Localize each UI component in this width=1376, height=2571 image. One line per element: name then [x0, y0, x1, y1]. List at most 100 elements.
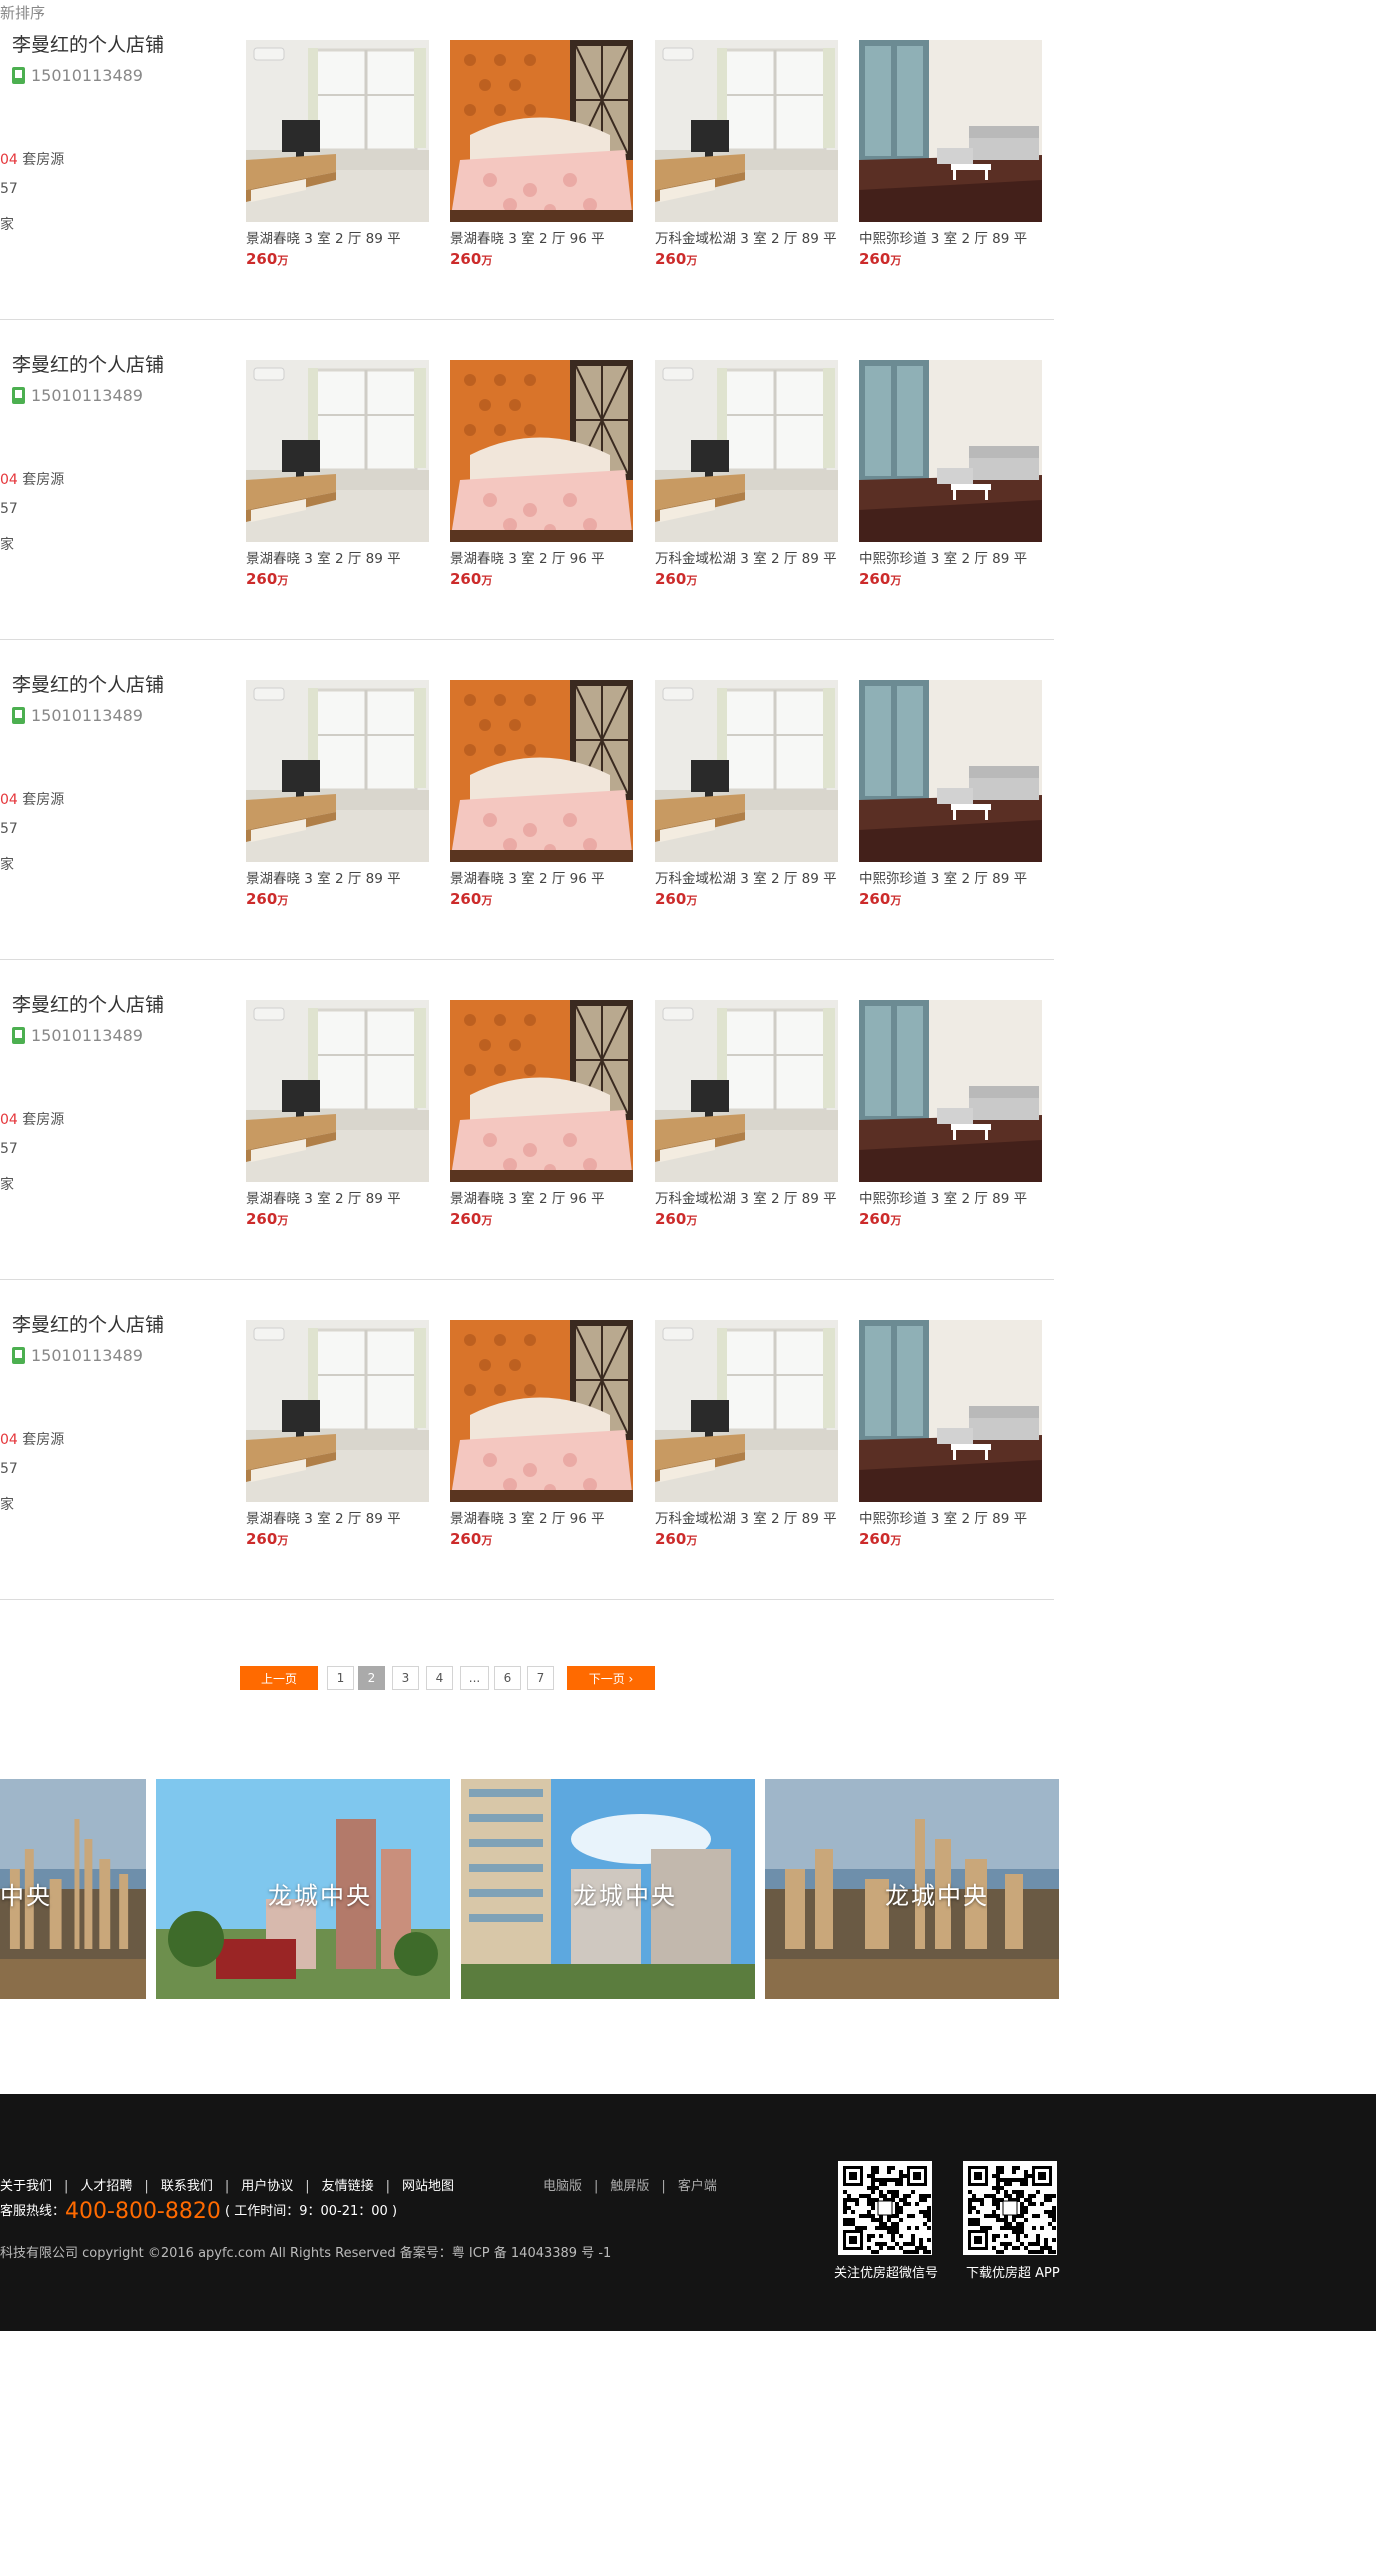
listing-title[interactable]: 景湖春晓 3 室 2 厅 89 平	[246, 547, 429, 567]
listing-price: 260万	[859, 570, 1042, 588]
footer-link[interactable]: 联系我们	[161, 2179, 213, 2194]
living-room-photo	[246, 680, 429, 862]
listing-card[interactable]: 景湖春晓 3 室 2 厅 96 平 260万	[450, 1000, 633, 1228]
agent-phone-number: 15010113489	[31, 66, 143, 85]
project-banner[interactable]: 龙城中央	[461, 1779, 755, 1999]
living-room-photo	[655, 40, 838, 222]
agent-phone: 15010113489	[12, 706, 143, 725]
agent-stat: 57	[0, 501, 18, 517]
listing-price: 260万	[859, 250, 1042, 268]
footer-link[interactable]: 用户协议	[241, 2179, 293, 2194]
listing-card[interactable]: 万科金域松湖 3 室 2 厅 89 平 260万	[655, 40, 838, 268]
listing-title[interactable]: 万科金域松湖 3 室 2 厅 89 平	[655, 547, 838, 567]
listing-card[interactable]: 中熙弥珍道 3 室 2 厅 89 平 260万	[859, 360, 1042, 588]
footer-link[interactable]: 网站地图	[402, 2179, 454, 2194]
hotline-number: 400-800-8820	[65, 2199, 221, 2224]
project-banner[interactable]: 龙城中央	[765, 1779, 1059, 1999]
listing-title[interactable]: 景湖春晓 3 室 2 厅 96 平	[450, 227, 633, 247]
listing-title[interactable]: 万科金域松湖 3 室 2 厅 89 平	[655, 1187, 838, 1207]
listing-card[interactable]: 中熙弥珍道 3 室 2 厅 89 平 260万	[859, 1320, 1042, 1548]
page-number-button[interactable]: 2	[358, 1666, 385, 1690]
listing-title[interactable]: 中熙弥珍道 3 室 2 厅 89 平	[859, 547, 1042, 567]
listing-price: 260万	[655, 570, 838, 588]
prev-page-button[interactable]: 上一页	[240, 1666, 318, 1690]
bedroom-photo	[450, 360, 633, 542]
listing-title[interactable]: 景湖春晓 3 室 2 厅 96 平	[450, 1507, 633, 1527]
house-count-number: 04	[0, 152, 18, 168]
agent-phone: 15010113489	[12, 1346, 143, 1365]
listing-price-value: 260	[450, 1530, 482, 1548]
listing-card[interactable]: 中熙弥珍道 3 室 2 厅 89 平 260万	[859, 40, 1042, 268]
version-link[interactable]: 电脑版	[543, 2179, 582, 2194]
page-number-button[interactable]: ...	[460, 1666, 489, 1690]
listing-card[interactable]: 景湖春晓 3 室 2 厅 89 平 260万	[246, 1320, 429, 1548]
listing-title[interactable]: 景湖春晓 3 室 2 厅 89 平	[246, 867, 429, 887]
version-link[interactable]: 触屏版	[610, 2179, 649, 2194]
agent-shop-name[interactable]: 李曼红的个人店铺	[12, 670, 164, 697]
agent-stat: 家	[0, 1497, 14, 1513]
listing-card[interactable]: 中熙弥珍道 3 室 2 厅 89 平 260万	[859, 1000, 1042, 1228]
listing-card[interactable]: 万科金域松湖 3 室 2 厅 89 平 260万	[655, 360, 838, 588]
living-room-photo	[655, 680, 838, 862]
page-number-button[interactable]: 6	[494, 1666, 521, 1690]
page-number-button[interactable]: 1	[327, 1666, 354, 1690]
agent-stat: 57	[0, 181, 18, 197]
house-count-label: 套房源	[22, 792, 65, 808]
listing-card[interactable]: 景湖春晓 3 室 2 厅 89 平 260万	[246, 360, 429, 588]
listing-title[interactable]: 万科金域松湖 3 室 2 厅 89 平	[655, 867, 838, 887]
listing-price: 260万	[246, 890, 429, 908]
listing-title[interactable]: 中熙弥珍道 3 室 2 厅 89 平	[859, 227, 1042, 247]
listing-card[interactable]: 景湖春晓 3 室 2 厅 89 平 260万	[246, 680, 429, 908]
agent-stat: 家	[0, 857, 14, 873]
living-room-photo	[246, 1000, 429, 1182]
banner-label: 中央	[0, 1882, 52, 1910]
agent-stat: 家	[0, 537, 14, 553]
listing-card[interactable]: 万科金域松湖 3 室 2 厅 89 平 260万	[655, 1320, 838, 1548]
listing-price-value: 260	[450, 570, 482, 588]
agent-shop-name[interactable]: 李曼红的个人店铺	[12, 350, 164, 377]
listing-card[interactable]: 万科金域松湖 3 室 2 厅 89 平 260万	[655, 1000, 838, 1228]
listing-title[interactable]: 中熙弥珍道 3 室 2 厅 89 平	[859, 1507, 1042, 1527]
listing-price: 260万	[655, 890, 838, 908]
agent-phone-number: 15010113489	[31, 706, 143, 725]
listing-price: 260万	[450, 1530, 633, 1548]
listing-title[interactable]: 万科金域松湖 3 室 2 厅 89 平	[655, 1507, 838, 1527]
page-number-button[interactable]: 3	[392, 1666, 419, 1690]
footer-link[interactable]: 人才招聘	[80, 2179, 132, 2194]
listing-title[interactable]: 景湖春晓 3 室 2 厅 89 平	[246, 1187, 429, 1207]
agent-shop-name[interactable]: 李曼红的个人店铺	[12, 30, 164, 57]
footer-link[interactable]: 友情链接	[322, 2179, 374, 2194]
listing-title[interactable]: 景湖春晓 3 室 2 厅 89 平	[246, 1507, 429, 1527]
banner-label: 龙城中央	[268, 1882, 372, 1910]
agent-shop-name[interactable]: 李曼红的个人店铺	[12, 1310, 164, 1337]
listing-title[interactable]: 中熙弥珍道 3 室 2 厅 89 平	[859, 1187, 1042, 1207]
project-banner[interactable]: 中央	[0, 1779, 146, 1999]
listing-card[interactable]: 景湖春晓 3 室 2 厅 96 平 260万	[450, 680, 633, 908]
footer-link[interactable]: 关于我们	[0, 2179, 52, 2194]
listing-card[interactable]: 景湖春晓 3 室 2 厅 89 平 260万	[246, 1000, 429, 1228]
listing-title[interactable]: 中熙弥珍道 3 室 2 厅 89 平	[859, 867, 1042, 887]
listing-card[interactable]: 景湖春晓 3 室 2 厅 89 平 260万	[246, 40, 429, 268]
agent-stat: 57	[0, 821, 18, 837]
agent-shop-name[interactable]: 李曼红的个人店铺	[12, 990, 164, 1017]
listing-title[interactable]: 万科金域松湖 3 室 2 厅 89 平	[655, 227, 838, 247]
listing-price-value: 260	[859, 570, 891, 588]
next-page-button[interactable]: 下一页 ›	[567, 1666, 655, 1690]
project-banner[interactable]: 龙城中央	[156, 1779, 450, 1999]
listing-card[interactable]: 景湖春晓 3 室 2 厅 96 平 260万	[450, 1320, 633, 1548]
version-link[interactable]: 客户端	[678, 2179, 717, 2194]
listing-card[interactable]: 景湖春晓 3 室 2 厅 96 平 260万	[450, 40, 633, 268]
link-separator: |	[64, 2179, 69, 2194]
listing-card[interactable]: 中熙弥珍道 3 室 2 厅 89 平 260万	[859, 680, 1042, 908]
page-number-button[interactable]: 4	[426, 1666, 453, 1690]
listing-card[interactable]: 万科金域松湖 3 室 2 厅 89 平 260万	[655, 680, 838, 908]
bedroom-photo	[450, 680, 633, 862]
page-number-button[interactable]: 7	[527, 1666, 554, 1690]
listing-title[interactable]: 景湖春晓 3 室 2 厅 96 平	[450, 867, 633, 887]
listing-title[interactable]: 景湖春晓 3 室 2 厅 89 平	[246, 227, 429, 247]
listing-title[interactable]: 景湖春晓 3 室 2 厅 96 平	[450, 1187, 633, 1207]
agent-stat: 家	[0, 1177, 14, 1193]
listing-price-unit: 万	[481, 1534, 493, 1547]
listing-title[interactable]: 景湖春晓 3 室 2 厅 96 平	[450, 547, 633, 567]
listing-card[interactable]: 景湖春晓 3 室 2 厅 96 平 260万	[450, 360, 633, 588]
